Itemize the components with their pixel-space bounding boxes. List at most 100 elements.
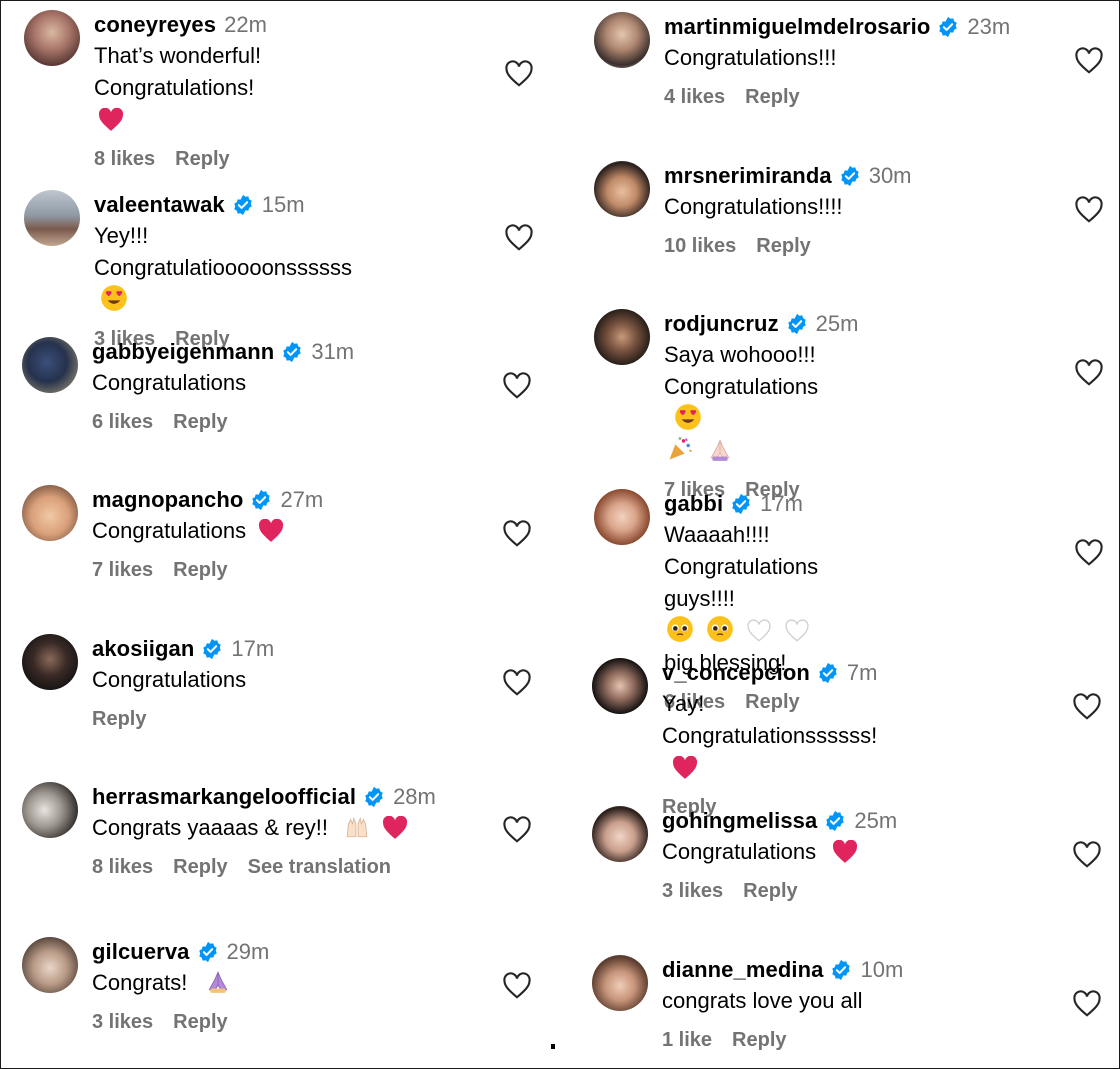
avatar[interactable] [594, 12, 650, 68]
comment-body: gabbyeigenmann 31m Congratulations 6 lik… [92, 337, 354, 434]
avatar[interactable] [24, 190, 80, 246]
avatar[interactable] [22, 634, 78, 690]
comment-header: akosiigan 17m [92, 634, 274, 664]
comment-timestamp[interactable]: 17m [760, 491, 803, 517]
username[interactable]: gohingmelissa [662, 808, 817, 834]
username[interactable]: valeentawak [94, 192, 225, 218]
comment-timestamp[interactable]: 10m [860, 957, 903, 983]
comment-header: gabbyeigenmann 31m [92, 337, 354, 367]
reply-button[interactable]: Reply [173, 856, 227, 879]
username[interactable]: v_concepcion [662, 660, 810, 686]
like-heart-icon[interactable] [502, 669, 532, 697]
comment-meta: Reply [92, 708, 274, 731]
comment-text: Congrats! [92, 967, 269, 999]
reply-button[interactable]: Reply [743, 880, 797, 903]
avatar[interactable] [22, 337, 78, 393]
like-heart-icon[interactable] [1074, 539, 1104, 567]
comment-timestamp[interactable]: 28m [393, 784, 436, 810]
like-heart-icon[interactable] [1074, 47, 1104, 75]
comment-timestamp[interactable]: 15m [262, 192, 305, 218]
comment-timestamp[interactable]: 27m [280, 487, 323, 513]
comment-timestamp[interactable]: 17m [231, 636, 274, 662]
comment-header: v_concepcion 7m [662, 658, 877, 688]
reply-button[interactable]: Reply [732, 1029, 786, 1052]
see-translation-link[interactable]: See translation [248, 856, 391, 879]
comment-timestamp[interactable]: 30m [869, 163, 912, 189]
reply-button[interactable]: Reply [756, 235, 810, 258]
likes-count[interactable]: 10 likes [664, 235, 736, 258]
likes-count[interactable]: 6 likes [92, 411, 153, 434]
comment-header: coneyreyes 22m [94, 10, 267, 40]
likes-count[interactable]: 3 likes [92, 1011, 153, 1034]
reply-button[interactable]: Reply [745, 86, 799, 109]
like-heart-icon[interactable] [504, 60, 534, 88]
avatar[interactable] [594, 489, 650, 545]
avatar[interactable] [592, 658, 648, 714]
comment-text-content: Congrats yaaaas & rey!! [92, 815, 329, 840]
comment-timestamp[interactable]: 23m [967, 14, 1010, 40]
reply-button[interactable]: Reply [175, 148, 229, 171]
comment-text: Congrats yaaaas & rey!! [92, 812, 436, 844]
comment-header: rodjuncruz 25m [664, 309, 858, 339]
heart-eyes-emoji-icon [101, 285, 127, 311]
like-heart-icon[interactable] [502, 972, 532, 1000]
comment-header: mrsnerimiranda 30m [664, 161, 912, 191]
comment-meta: 10 likes Reply [664, 235, 912, 258]
party-popper-emoji-icon [669, 437, 693, 460]
avatar[interactable] [592, 806, 648, 862]
like-heart-icon[interactable] [1072, 990, 1102, 1018]
likes-count[interactable]: 3 likes [662, 880, 723, 903]
comment-text: Congratulations [662, 836, 897, 868]
avatar[interactable] [592, 955, 648, 1011]
avatar[interactable] [594, 161, 650, 217]
like-heart-icon[interactable] [502, 372, 532, 400]
like-heart-icon[interactable] [1072, 841, 1102, 869]
username[interactable]: rodjuncruz [664, 311, 779, 337]
verified-badge-icon [787, 313, 806, 335]
verified-badge-icon [365, 786, 383, 808]
likes-count[interactable]: 8 likes [92, 856, 153, 879]
comment-timestamp[interactable]: 29m [227, 939, 270, 965]
reply-button[interactable]: Reply [92, 708, 146, 731]
likes-count[interactable]: 8 likes [94, 148, 155, 171]
like-heart-icon[interactable] [502, 816, 532, 844]
reply-button[interactable]: Reply [173, 1011, 227, 1034]
username[interactable]: martinmiguelmdelrosario [664, 14, 930, 40]
comment-body: martinmiguelmdelrosario 23m Congratulati… [664, 12, 1010, 109]
comment-header: magnopancho 27m [92, 485, 323, 515]
avatar[interactable] [594, 309, 650, 365]
username[interactable]: mrsnerimiranda [664, 163, 832, 189]
username[interactable]: magnopancho [92, 487, 243, 513]
white-heart-emoji-icon [785, 619, 809, 642]
username[interactable]: coneyreyes [94, 12, 216, 38]
likes-count[interactable]: 7 likes [92, 559, 153, 582]
like-heart-icon[interactable] [1072, 693, 1102, 721]
likes-count[interactable]: 1 like [662, 1029, 712, 1052]
username[interactable]: dianne_medina [662, 957, 823, 983]
like-heart-icon[interactable] [504, 224, 534, 252]
username[interactable]: akosiigan [92, 636, 194, 662]
comment-text: Yay! Congratulationssssss! [662, 688, 877, 784]
comment-timestamp[interactable]: 25m [854, 808, 897, 834]
avatar[interactable] [22, 782, 78, 838]
like-heart-icon[interactable] [1074, 359, 1104, 387]
comment-body: valeentawak 15m Yey!!! Congratulatiooooo… [94, 190, 352, 351]
like-heart-icon[interactable] [502, 520, 532, 548]
heart-eyes-emoji-icon [675, 404, 701, 430]
username[interactable]: gilcuerva [92, 939, 190, 965]
username[interactable]: herrasmarkangeloofficial [92, 784, 356, 810]
avatar[interactable] [22, 937, 78, 993]
comment-timestamp[interactable]: 25m [816, 311, 859, 337]
like-heart-icon[interactable] [1074, 196, 1104, 224]
comment-text-content: Yay! Congratulationssssss! [662, 691, 878, 748]
username[interactable]: gabbi [664, 491, 723, 517]
reply-button[interactable]: Reply [173, 559, 227, 582]
comment-timestamp[interactable]: 7m [847, 660, 878, 686]
comment-timestamp[interactable]: 22m [224, 12, 267, 38]
reply-button[interactable]: Reply [173, 411, 227, 434]
username[interactable]: gabbyeigenmann [92, 339, 274, 365]
avatar[interactable] [24, 10, 80, 66]
likes-count[interactable]: 4 likes [664, 86, 725, 109]
comment-timestamp[interactable]: 31m [311, 339, 354, 365]
avatar[interactable] [22, 485, 78, 541]
